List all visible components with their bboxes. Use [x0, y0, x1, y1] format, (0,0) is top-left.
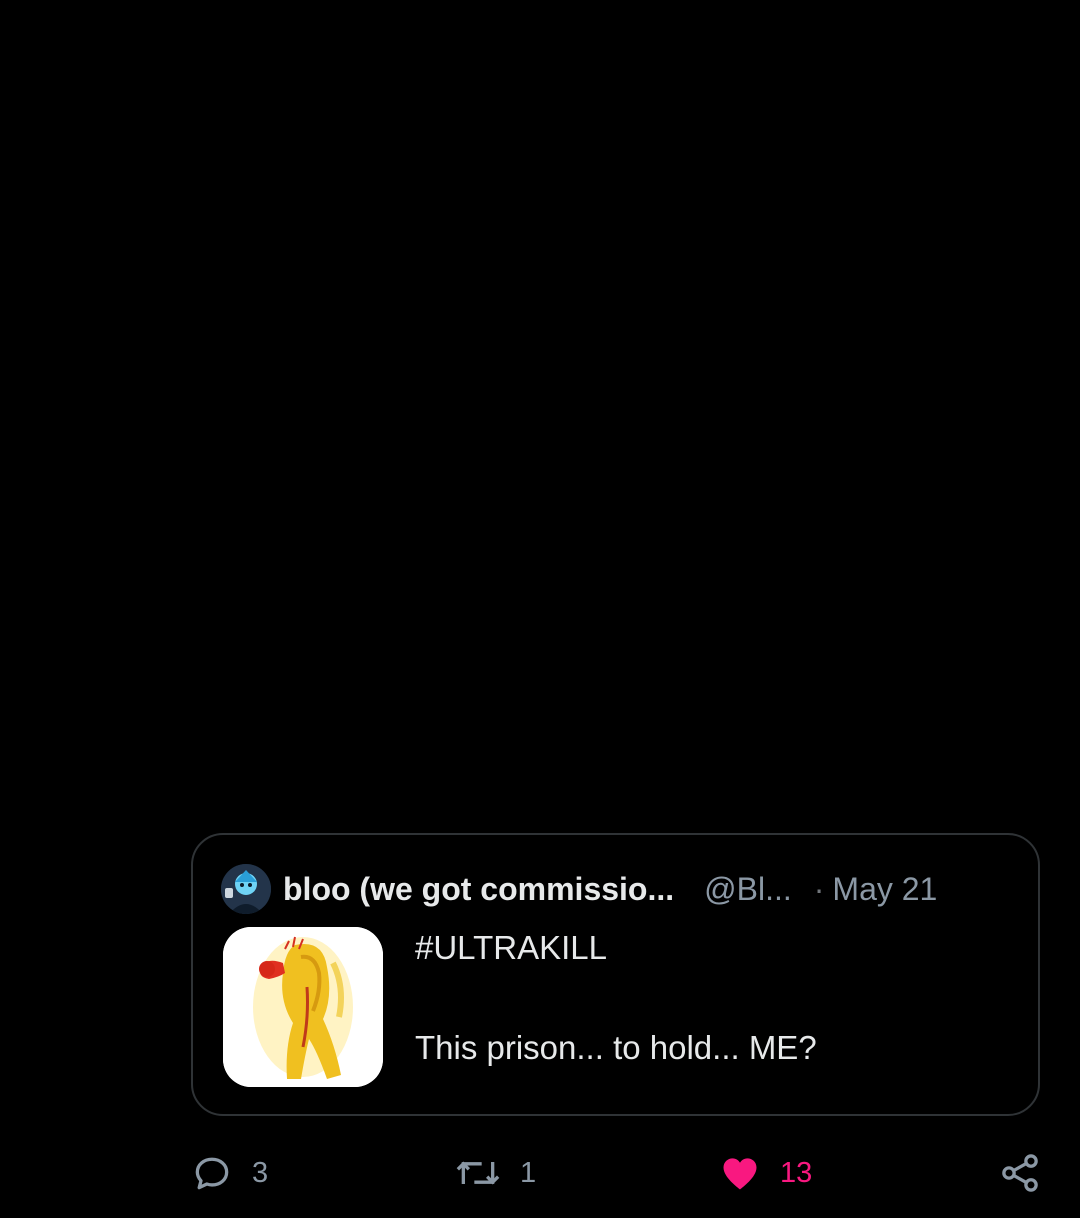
like-button[interactable]: 13	[718, 1148, 812, 1198]
image-thumbnail[interactable]	[223, 927, 383, 1087]
author-display-name[interactable]: bloo (we got commissio...	[283, 871, 674, 908]
user-avatar-icon[interactable]	[221, 864, 271, 914]
quoted-post-text: #ULTRAKILL This prison... to hold... ME?	[415, 929, 817, 1067]
reply-bubble-icon	[195, 1157, 229, 1190]
quoted-post-card[interactable]: bloo (we got commissio... @Bl... · May 2…	[191, 833, 1040, 1116]
like-count: 13	[780, 1156, 813, 1189]
post-body-text: This prison... to hold... ME?	[415, 1029, 817, 1066]
reply-button[interactable]: 3	[190, 1148, 268, 1198]
quoted-post-header: bloo (we got commissio... @Bl... · May 2…	[221, 863, 1010, 915]
empty-media-area	[0, 0, 1080, 830]
share-button[interactable]	[998, 1148, 1042, 1198]
repost-count: 1	[520, 1156, 537, 1189]
text-gap	[415, 967, 817, 1029]
heart-icon	[723, 1158, 757, 1190]
repost-arrows-icon	[456, 1161, 500, 1185]
reply-count: 3	[252, 1156, 269, 1189]
share-icon	[1002, 1154, 1038, 1192]
post-action-bar: 3 1 13	[190, 1148, 1050, 1198]
hashtag-link[interactable]: #ULTRAKILL	[415, 929, 817, 967]
post-date[interactable]: May 21	[832, 871, 937, 908]
author-handle[interactable]: @Bl...	[704, 871, 792, 908]
separator-dot: ·	[813, 870, 825, 907]
repost-button[interactable]: 1	[454, 1148, 536, 1198]
